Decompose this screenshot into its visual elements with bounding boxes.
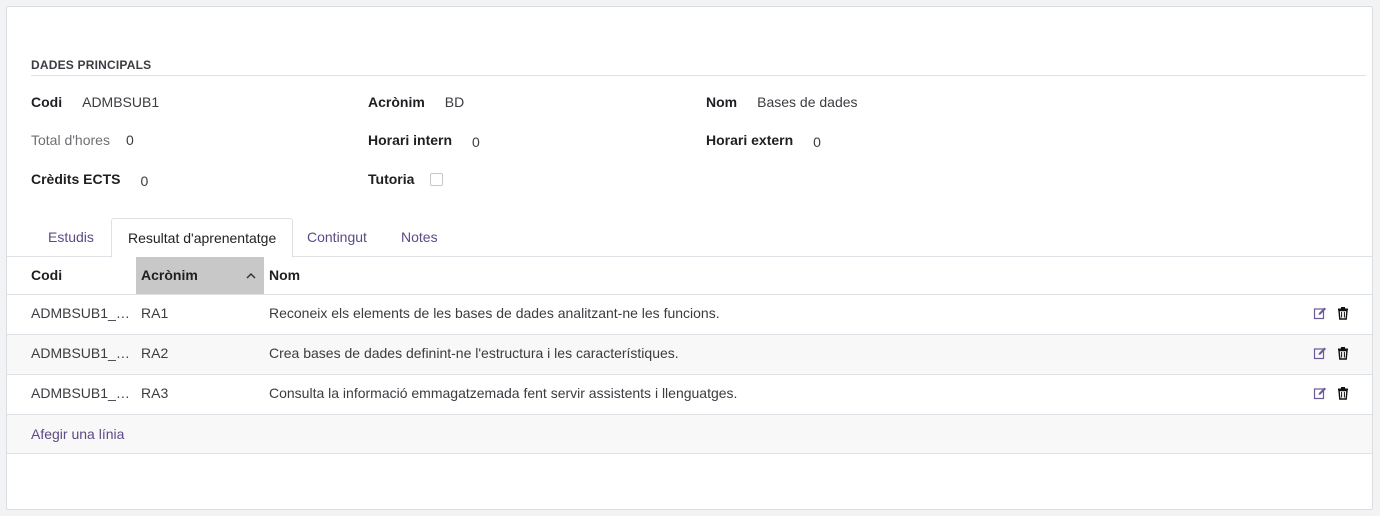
field-tutoria: Tutoria <box>368 171 444 187</box>
trash-icon[interactable] <box>1336 386 1350 400</box>
table-header: Codi Acrònim Nom <box>7 257 1372 295</box>
row-actions <box>1313 346 1350 360</box>
field-nom: Nom Bases de dades <box>706 94 858 110</box>
credits-ects-value[interactable]: 0 <box>140 173 148 189</box>
learning-outcomes-table: Codi Acrònim Nom ADMBSUB1_R… RA1 Reconei… <box>7 257 1372 454</box>
table-row[interactable]: ADMBSUB1_R… RA3 Consulta la informació e… <box>7 375 1372 415</box>
add-line-row: Afegir una línia <box>7 415 1372 454</box>
row-codi: ADMBSUB1_R… <box>31 305 131 321</box>
table-row[interactable]: ADMBSUB1_R… RA2 Crea bases de dades defi… <box>7 335 1372 375</box>
edit-icon[interactable] <box>1313 346 1327 360</box>
row-actions <box>1313 306 1350 320</box>
horari-intern-label: Horari intern <box>368 132 453 148</box>
horari-extern-label: Horari extern <box>706 132 794 148</box>
column-header-codi[interactable]: Codi <box>31 257 131 294</box>
tutoria-label: Tutoria <box>368 171 415 187</box>
section-divider <box>31 75 1366 76</box>
codi-label: Codi <box>31 94 63 110</box>
field-credits-ects: Crèdits ECTS 0 <box>31 171 148 189</box>
column-header-acronim[interactable]: Acrònim <box>136 257 264 294</box>
row-nom: Consulta la informació emmagatzemada fen… <box>269 385 738 401</box>
trash-icon[interactable] <box>1336 306 1350 320</box>
credits-ects-label: Crèdits ECTS <box>31 171 121 187</box>
field-acronim: Acrònim BD <box>368 94 464 110</box>
codi-value[interactable]: ADMBSUB1 <box>82 94 159 110</box>
field-total-hores: Total d'hores 0 <box>31 132 134 148</box>
nom-label: Nom <box>706 94 738 110</box>
add-line-link[interactable]: Afegir una línia <box>31 415 124 453</box>
row-codi: ADMBSUB1_R… <box>31 385 131 401</box>
field-horari-extern: Horari extern 0 <box>706 132 821 150</box>
table-row[interactable]: ADMBSUB1_R… RA1 Reconeix els elements de… <box>7 295 1372 335</box>
total-hores-value: 0 <box>125 132 134 148</box>
row-acronim: RA3 <box>141 385 169 401</box>
edit-icon[interactable] <box>1313 306 1327 320</box>
total-hores-label: Total d'hores <box>31 132 110 148</box>
tab-estudis[interactable]: Estudis <box>32 218 110 257</box>
row-actions <box>1313 386 1350 400</box>
form-sheet: DADES PRINCIPALS Codi ADMBSUB1 Acrònim B… <box>6 6 1373 510</box>
section-title: DADES PRINCIPALS <box>31 58 152 72</box>
nom-value[interactable]: Bases de dades <box>757 94 857 110</box>
field-horari-intern: Horari intern 0 <box>368 132 480 150</box>
horari-extern-value[interactable]: 0 <box>813 134 821 150</box>
tab-resultat-aprenentatge[interactable]: Resultat d'aprenentatge <box>111 218 294 258</box>
acronim-value[interactable]: BD <box>445 94 464 110</box>
field-codi: Codi ADMBSUB1 <box>31 94 159 110</box>
tutoria-checkbox[interactable] <box>430 172 444 186</box>
trash-icon[interactable] <box>1336 346 1350 360</box>
edit-icon[interactable] <box>1313 386 1327 400</box>
tab-contingut[interactable]: Contingut <box>291 218 383 257</box>
row-codi: ADMBSUB1_R… <box>31 345 131 361</box>
row-acronim: RA2 <box>141 345 169 361</box>
acronim-label: Acrònim <box>368 94 425 110</box>
row-nom: Crea bases de dades definint-ne l'estruc… <box>269 345 679 361</box>
notebook-tabs: Estudis Resultat d'aprenentatge Contingu… <box>7 218 1372 258</box>
column-header-nom[interactable]: Nom <box>269 257 669 294</box>
sort-ascending-icon <box>246 257 256 294</box>
column-header-acronim-label: Acrònim <box>141 267 198 283</box>
horari-intern-value[interactable]: 0 <box>472 134 480 150</box>
tab-notes[interactable]: Notes <box>385 218 454 257</box>
row-acronim: RA1 <box>141 305 169 321</box>
row-nom: Reconeix els elements de les bases de da… <box>269 305 720 321</box>
